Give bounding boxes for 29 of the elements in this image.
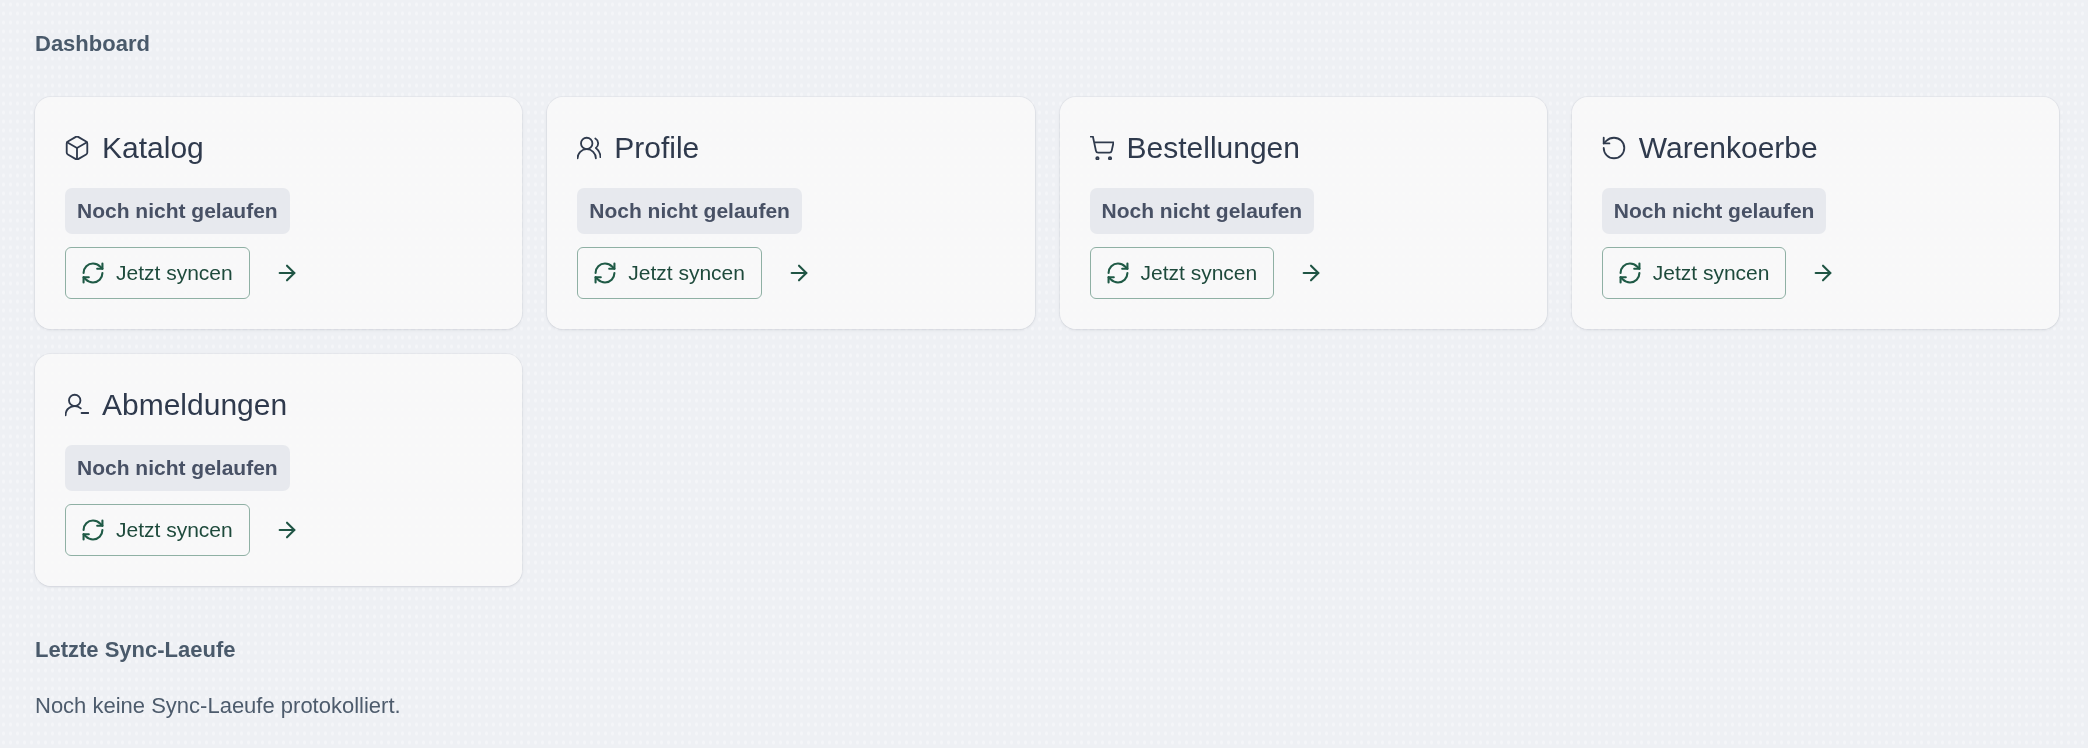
card-title: Profile xyxy=(614,130,700,166)
status-badge: Noch nicht gelaufen xyxy=(65,188,290,234)
refresh-icon xyxy=(1618,262,1641,284)
card-title: Bestellungen xyxy=(1126,130,1300,166)
sync-button[interactable]: Jetzt syncen xyxy=(65,247,250,299)
arrow-right-icon[interactable] xyxy=(788,262,810,284)
card-title: Katalog xyxy=(102,130,204,166)
page-title: Dashboard xyxy=(35,30,150,58)
refresh-icon xyxy=(594,262,617,284)
rotate-left-icon xyxy=(1601,136,1626,160)
user-minus-icon xyxy=(65,393,89,417)
status-badge: Noch nicht gelaufen xyxy=(577,188,802,234)
users-icon xyxy=(577,136,602,160)
sync-button[interactable]: Jetzt syncen xyxy=(577,247,762,299)
card-title: Abmeldungen xyxy=(102,387,288,423)
sync-button[interactable]: Jetzt syncen xyxy=(1089,247,1275,299)
empty-message: Noch keine Sync-Laeufe protokolliert. xyxy=(35,692,401,720)
card-title: Warenkoerbe xyxy=(1638,130,1818,166)
status-badge: Noch nicht gelaufen xyxy=(1089,188,1315,234)
refresh-icon xyxy=(1106,262,1129,284)
box-icon xyxy=(65,136,89,160)
status-badge: Noch nicht gelaufen xyxy=(65,445,290,491)
status-badge: Noch nicht gelaufen xyxy=(1601,188,1827,234)
refresh-icon xyxy=(82,262,104,284)
sync-button[interactable]: Jetzt syncen xyxy=(65,504,250,556)
section-title: Letzte Sync-Laeufe xyxy=(35,636,236,664)
cart-icon xyxy=(1089,136,1114,160)
sync-button[interactable]: Jetzt syncen xyxy=(1601,247,1787,299)
refresh-icon xyxy=(82,519,104,541)
